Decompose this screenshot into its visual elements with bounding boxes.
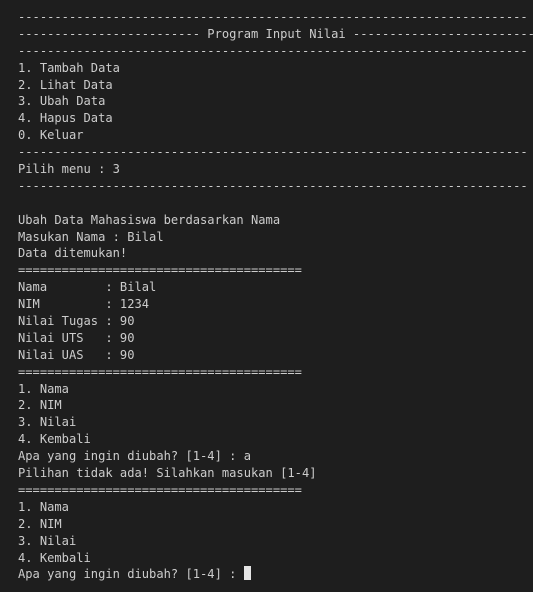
terminal-line: Nama : Bilal (18, 280, 157, 295)
terminal-line: ----------------------------------------… (18, 178, 528, 193)
terminal-input-line[interactable]: Apa yang ingin diubah? [1-4] : (18, 566, 533, 583)
terminal-line: ----------------------------------------… (18, 145, 528, 160)
terminal-line: 3. Ubah Data (18, 94, 106, 109)
terminal-line: ----------------------------------------… (18, 43, 528, 58)
terminal-line: ======================================= (18, 364, 302, 379)
terminal-line: Nilai UAS : 90 (18, 347, 135, 362)
terminal-line: 1. Nama (18, 499, 69, 514)
terminal-line: ----------------------------------------… (18, 10, 528, 24)
terminal-line: Pilihan tidak ada! Silahkan masukan [1-4… (18, 466, 317, 481)
terminal-line: NIM : 1234 (18, 297, 150, 312)
terminal-line: ------------------------- Program Input … (18, 26, 533, 41)
terminal-line: 3. Nilai (18, 533, 77, 548)
terminal-line: Nilai UTS : 90 (18, 330, 135, 345)
terminal-window[interactable]: ----------------------------------------… (0, 0, 533, 592)
terminal-line: 0. Keluar (18, 128, 84, 143)
terminal-line: Nilai Tugas : 90 (18, 314, 135, 329)
terminal-line: 4. Kembali (18, 550, 91, 565)
terminal-line: 4. Hapus Data (18, 111, 113, 126)
terminal-line: 4. Kembali (18, 432, 91, 447)
terminal-line: 2. NIM (18, 398, 62, 413)
terminal-line: 1. Nama (18, 381, 69, 396)
terminal-line: Masukan Nama : Bilal (18, 229, 164, 244)
terminal-line: ======================================= (18, 263, 302, 278)
terminal-line: 2. Lihat Data (18, 77, 113, 92)
terminal-line: Ubah Data Mahasiswa berdasarkan Nama (18, 212, 281, 227)
terminal-output: ----------------------------------------… (18, 9, 533, 566)
terminal-line: Apa yang ingin diubah? [1-4] : a (18, 449, 251, 464)
terminal-line: 2. NIM (18, 516, 62, 531)
terminal-line: Pilih menu : 3 (18, 162, 120, 177)
terminal-line: 3. Nilai (18, 415, 77, 430)
terminal-line: ======================================= (18, 482, 302, 497)
text-cursor (243, 566, 251, 581)
input-prompt: Apa yang ingin diubah? [1-4] : (18, 567, 244, 582)
terminal-line: 1. Tambah Data (18, 60, 120, 75)
terminal-line: Data ditemukan! (18, 246, 128, 261)
